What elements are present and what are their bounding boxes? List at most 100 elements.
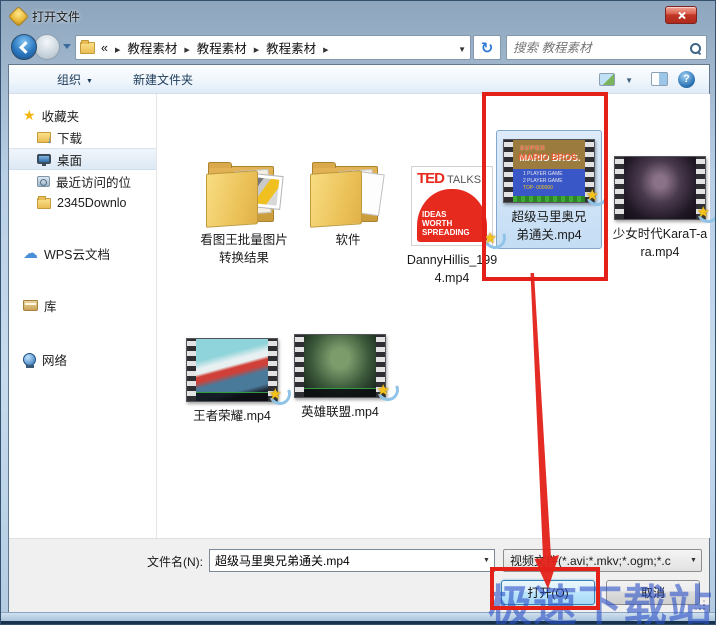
library-icon <box>23 299 38 311</box>
filename-input[interactable] <box>210 553 479 568</box>
breadcrumb-separator-icon[interactable] <box>184 41 189 55</box>
media-overlay-icon <box>484 229 497 248</box>
cloud-icon <box>23 247 38 260</box>
views-dropdown-icon[interactable] <box>625 72 633 86</box>
file-name-label: 软件 <box>335 233 361 247</box>
organize-label: 组织 <box>57 72 82 87</box>
sidebar-item-wps-cloud[interactable]: WPS云文档 <box>9 242 156 264</box>
cancel-button-label: 取消 <box>640 586 665 600</box>
new-folder-button[interactable]: 新建文件夹 <box>133 71 193 88</box>
ted-logo: TED <box>417 170 445 187</box>
file-item-video[interactable]: 少女时代KaraT-ara.mp4 <box>608 156 712 261</box>
folder-icon <box>80 39 95 54</box>
sidebar-item-downloads[interactable]: 下载 <box>9 126 156 148</box>
network-icon <box>23 352 36 368</box>
window-title: 打开文件 <box>32 9 81 24</box>
address-dropdown-icon[interactable] <box>458 41 466 55</box>
breadcrumb-separator-icon[interactable] <box>323 41 328 55</box>
mario-video-thumbnail: SUPER MARIO BROS. 1 PLAYER GAME 2 PLAYER… <box>503 139 595 203</box>
file-item-video[interactable]: TED TALKS IDEAS WORTH SPREADING DannyHil… <box>400 166 504 287</box>
file-item-folder[interactable]: 看图王批量图片转换结果 <box>192 160 296 267</box>
sidebar-item-network[interactable]: 网络 <box>9 348 156 370</box>
file-item-video-selected[interactable]: SUPER MARIO BROS. 1 PLAYER GAME 2 PLAYER… <box>496 130 602 249</box>
mario-menu-line: 1 PLAYER GAME <box>523 170 563 177</box>
dialog-footer: 文件名(N): 视频文件(*.avi;*.mkv;*.ogm;*.c 打开(O)… <box>9 538 709 614</box>
preview-pane-icon[interactable] <box>651 72 668 86</box>
sidebar: 收藏夹 下载 桌面 最近访问的位 2345Downlo WPS云文档 <box>9 94 157 538</box>
help-icon[interactable] <box>678 70 695 88</box>
open-button-label: 打开(O) <box>527 586 569 600</box>
breadcrumb-item[interactable]: 教程素材 <box>197 38 247 57</box>
search-input[interactable] <box>513 40 686 55</box>
file-name-label: 看图王批量图片转换结果 <box>200 233 288 265</box>
filename-dropdown-icon[interactable] <box>479 550 494 571</box>
history-dropdown-icon[interactable] <box>63 44 71 49</box>
dialog-client-area: 组织 新建文件夹 收藏夹 下载 <box>8 64 710 614</box>
close-icon <box>677 11 686 20</box>
search-box[interactable] <box>506 35 707 60</box>
mario-title-logo: MARIO BROS. <box>518 152 580 163</box>
mario-menu-line: TOP- 000000 <box>523 184 553 191</box>
filetype-dropdown-icon[interactable] <box>686 550 701 571</box>
file-name-label: 超级马里奥兄弟通关.mp4 <box>511 210 587 242</box>
resize-grip[interactable] <box>695 600 705 610</box>
girls-video-thumbnail <box>614 156 706 220</box>
jungle-video-thumbnail <box>294 334 386 398</box>
ted-tagline: SPREADING <box>422 228 470 237</box>
sidebar-item-label: 2345Downlo <box>57 196 127 210</box>
chevron-down-icon <box>86 72 93 86</box>
sidebar-item-label: 最近访问的位 <box>56 175 132 190</box>
address-bar[interactable]: « 教程素材 教程素材 教程素材 <box>75 35 471 60</box>
sidebar-item-label: 桌面 <box>57 153 83 168</box>
back-arrow-icon <box>19 40 32 54</box>
cancel-button[interactable]: 取消 <box>606 580 700 605</box>
file-list: 看图王批量图片转换结果 软件 TED TALKS IDEAS WORTH SPR… <box>158 94 710 538</box>
new-folder-label: 新建文件夹 <box>132 72 193 87</box>
open-button[interactable]: 打开(O) <box>501 580 595 605</box>
forward-button[interactable] <box>34 34 60 60</box>
breadcrumb-item[interactable]: 教程素材 <box>266 38 316 57</box>
sidebar-item-label: 网络 <box>42 353 68 368</box>
media-overlay-icon <box>269 385 282 404</box>
breadcrumb-separator-icon[interactable] <box>254 41 259 55</box>
filetype-select[interactable]: 视频文件(*.avi;*.mkv;*.ogm;*.c <box>503 549 702 572</box>
desktop-icon <box>37 154 51 166</box>
moba-video-thumbnail <box>186 338 278 402</box>
sidebar-item-desktop[interactable]: 桌面 <box>9 148 156 170</box>
close-button[interactable] <box>665 6 697 24</box>
file-name-label: 少女时代KaraT-ara.mp4 <box>612 227 708 259</box>
sidebar-item-recent-places[interactable]: 最近访问的位 <box>9 170 156 192</box>
folder-icon <box>308 160 388 228</box>
mario-menu-line: 2 PLAYER GAME <box>523 177 563 184</box>
file-item-folder[interactable]: 软件 <box>296 160 400 249</box>
organize-button[interactable]: 组织 <box>57 71 93 88</box>
star-icon <box>23 108 36 122</box>
breadcrumb-item[interactable]: 教程素材 <box>127 38 177 57</box>
filename-combobox[interactable] <box>209 549 495 572</box>
recent-places-icon <box>37 175 50 187</box>
views-icon[interactable] <box>599 72 616 86</box>
navigation-bar: « 教程素材 教程素材 教程素材 <box>1 31 715 64</box>
breadcrumb-separator-icon <box>115 41 120 55</box>
file-item-video[interactable]: 英雄联盟.mp4 <box>288 334 392 421</box>
breadcrumb-prefix[interactable]: « <box>101 41 108 55</box>
ted-talks-label: TALKS <box>447 174 482 186</box>
sidebar-item-label: 下载 <box>57 131 83 146</box>
media-overlay-icon <box>586 186 599 205</box>
file-item-video[interactable]: 王者荣耀.mp4 <box>180 338 284 425</box>
titlebar: 打开文件 <box>1 1 715 31</box>
folder-icon <box>37 195 51 209</box>
refresh-button[interactable] <box>473 35 501 60</box>
sidebar-item-2345download[interactable]: 2345Downlo <box>9 192 156 214</box>
file-name-label: 英雄联盟.mp4 <box>301 405 379 419</box>
sidebar-item-label: 库 <box>44 299 57 314</box>
open-file-dialog: 打开文件 « 教程素材 教程素材 教程素材 <box>0 0 716 625</box>
sidebar-item-libraries[interactable]: 库 <box>9 294 156 316</box>
back-button[interactable] <box>11 34 37 60</box>
media-overlay-icon <box>377 381 390 400</box>
ted-tagline: IDEAS <box>422 210 447 219</box>
sidebar-item-favorites[interactable]: 收藏夹 <box>9 104 156 126</box>
ted-tagline: WORTH <box>422 219 453 228</box>
search-icon[interactable] <box>690 42 701 54</box>
sidebar-item-label: 收藏夹 <box>41 109 80 124</box>
